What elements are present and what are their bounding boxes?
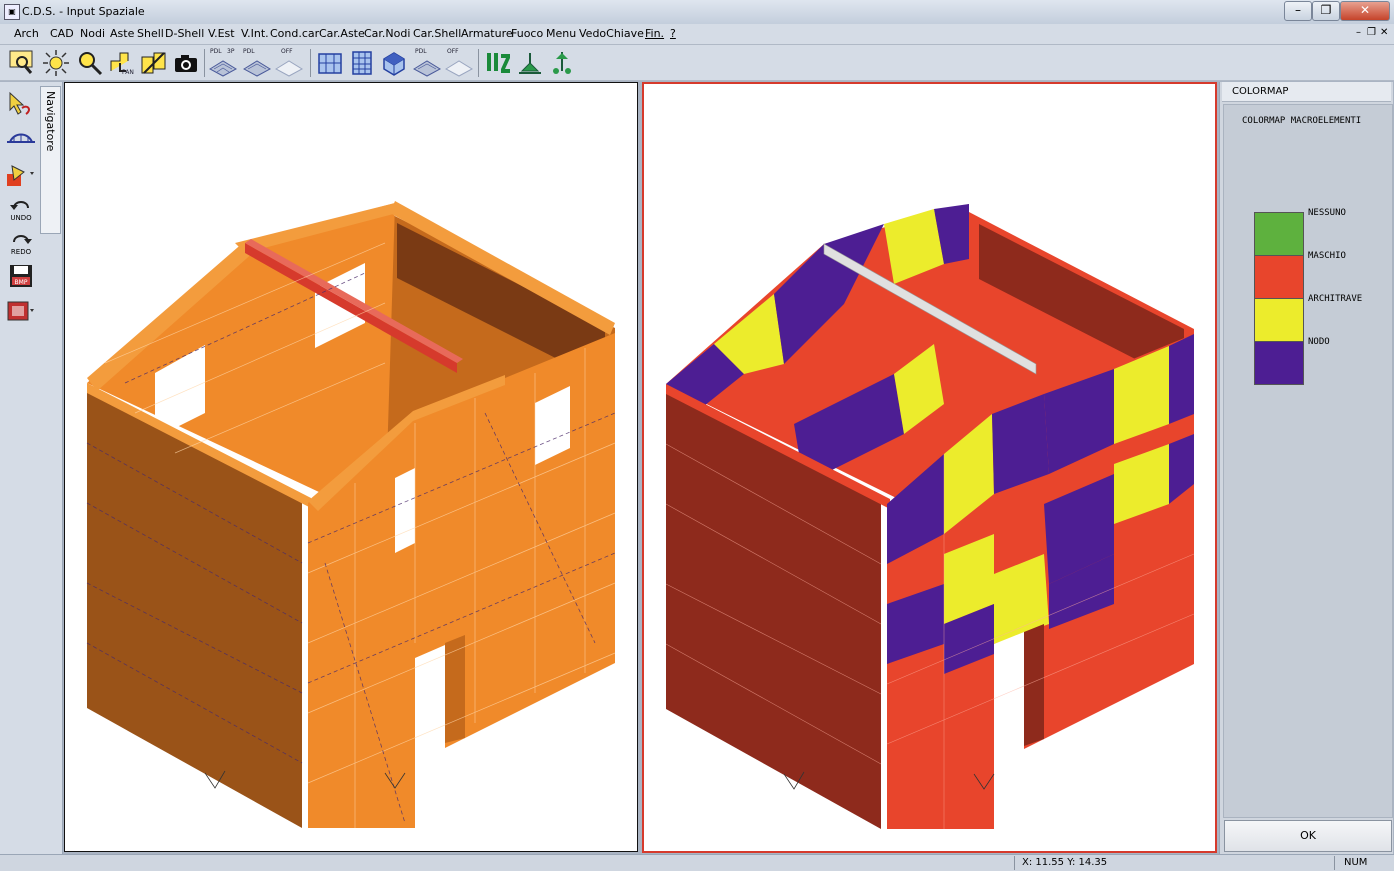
title-bar: ▣ C.D.S. - Input Spaziale – ❐ ✕: [0, 0, 1394, 25]
front-window-1: [395, 468, 415, 553]
cursor-coordinates: X: 11.55 Y: 14.35: [1022, 857, 1108, 868]
legend-label-architrave: ARCHITRAVE: [1308, 294, 1363, 304]
panel-title: COLORMAP: [1232, 86, 1289, 97]
building-grid-icon[interactable]: [348, 49, 376, 77]
menu-d-shell[interactable]: D-Shell: [165, 27, 204, 40]
menu-aste[interactable]: Aste: [110, 27, 134, 40]
grid-off-icon[interactable]: [274, 57, 304, 77]
select-tool-icon[interactable]: [4, 90, 38, 118]
legend-label-maschio: MASCHIO: [1308, 251, 1346, 261]
redo-label: REDO: [11, 248, 32, 256]
off-label: OFF: [281, 48, 293, 55]
toolbar: PAN PDL 3P PDL OFF PDL OFF: [0, 45, 1394, 81]
model-render-colormap: [665, 204, 1195, 829]
viewport-right[interactable]: [642, 82, 1217, 853]
maximize-button[interactable]: ❐: [1312, 1, 1340, 21]
save-bmp-icon[interactable]: BMP: [4, 262, 38, 290]
menu-shell[interactable]: Shell: [137, 27, 164, 40]
zoom-window-icon[interactable]: [8, 49, 36, 77]
undo-icon[interactable]: UNDO: [4, 194, 38, 222]
bmp-label: BMP: [15, 279, 28, 286]
window-title: C.D.S. - Input Spaziale: [22, 5, 145, 18]
menu-bar: Arch CAD Nodi Aste Shell D-Shell V.Est V…: [0, 24, 1394, 45]
viewport-left[interactable]: [64, 82, 638, 852]
menu-vedochiave[interactable]: VedoChiave: [579, 27, 644, 40]
undo-label: UNDO: [10, 214, 32, 222]
navigatore-label: Navigatore: [44, 91, 57, 152]
menu-menu[interactable]: Menu: [546, 27, 576, 40]
supports-icon[interactable]: [516, 49, 544, 77]
menu-nodi[interactable]: Nodi: [80, 27, 105, 40]
left-sidebar: UNDO REDO BMP Navigatore: [0, 82, 63, 854]
menu-cond-car[interactable]: Cond.car: [270, 27, 319, 40]
ok-button[interactable]: OK: [1224, 820, 1392, 852]
pdl-plane-icon[interactable]: [412, 57, 442, 77]
num-lock-indicator: NUM: [1344, 857, 1368, 868]
legend-swatch-nessuno: [1254, 212, 1304, 256]
menu-armature[interactable]: Armature: [461, 27, 513, 40]
menu-fuoco[interactable]: Fuoco: [511, 27, 543, 40]
legend-label-nessuno: NESSUNO: [1308, 208, 1346, 218]
menu-cad[interactable]: CAD: [50, 27, 74, 40]
constraints-icon[interactable]: [548, 49, 576, 77]
bridge-icon[interactable]: [4, 124, 38, 152]
pan-label: PAN: [122, 69, 134, 76]
solid-view-icon[interactable]: [380, 49, 408, 77]
menu-arch[interactable]: Arch: [14, 27, 39, 40]
minimize-button[interactable]: –: [1284, 1, 1312, 21]
menu-car-shell[interactable]: Car.Shell: [413, 27, 461, 40]
legend-label-nodo: NODO: [1308, 337, 1330, 347]
pdl-grid-icon[interactable]: [242, 57, 272, 77]
front-door-opening: [415, 645, 445, 828]
pdl3-label: PDL: [415, 48, 427, 55]
app-icon[interactable]: ▣: [4, 4, 20, 20]
loads-icon[interactable]: [484, 49, 512, 77]
panel-header: COLORMAP: [1222, 82, 1391, 102]
off2-label: OFF: [447, 48, 459, 55]
pdl2-label: PDL: [243, 48, 255, 55]
menu-v-int[interactable]: V.Int.: [241, 27, 269, 40]
redo-icon[interactable]: REDO: [4, 228, 38, 256]
plane-off-icon[interactable]: [444, 57, 474, 77]
menu-car-nodi[interactable]: Car.Nodi: [364, 27, 410, 40]
colormap-heading: COLORMAP MACROELEMENTI: [1242, 116, 1362, 126]
model-render-orange: [86, 201, 616, 828]
front-door-opening: [994, 632, 1024, 829]
move-icon[interactable]: [140, 49, 168, 77]
pdl-3p-grid-icon[interactable]: [208, 57, 238, 77]
mdi-minimize-icon[interactable]: –: [1356, 27, 1361, 38]
legend-swatch-nodo: [1254, 341, 1304, 385]
frame-view-icon[interactable]: [316, 49, 344, 77]
pdl-label: PDL: [210, 48, 222, 55]
zoom-all-icon[interactable]: [42, 49, 70, 77]
status-bar: X: 11.55 Y: 14.35 NUM: [0, 854, 1394, 871]
menu-v-est[interactable]: V.Est: [208, 27, 235, 40]
section-tool-icon[interactable]: [4, 162, 38, 190]
menu-car-aste[interactable]: Car.Aste: [319, 27, 365, 40]
zoom-out-icon[interactable]: [76, 49, 104, 77]
print-icon[interactable]: [4, 296, 38, 324]
menu-fin[interactable]: Fin.: [645, 27, 664, 40]
menu-help[interactable]: ?: [670, 27, 676, 40]
tab-navigatore[interactable]: Navigatore: [40, 86, 61, 234]
legend-swatch-architrave: [1254, 298, 1304, 342]
colormap-panel: COLORMAP COLORMAP MACROELEMENTI NESSUNO …: [1219, 82, 1393, 854]
legend-swatch-maschio: [1254, 255, 1304, 299]
mdi-restore-icon[interactable]: ❐: [1367, 27, 1376, 38]
3p-label: 3P: [227, 48, 235, 55]
panel-body: COLORMAP MACROELEMENTI NESSUNO MASCHIO A…: [1223, 104, 1393, 818]
camera-icon[interactable]: [172, 49, 200, 77]
close-button[interactable]: ✕: [1340, 1, 1390, 21]
mdi-close-icon[interactable]: ✕: [1380, 27, 1388, 38]
